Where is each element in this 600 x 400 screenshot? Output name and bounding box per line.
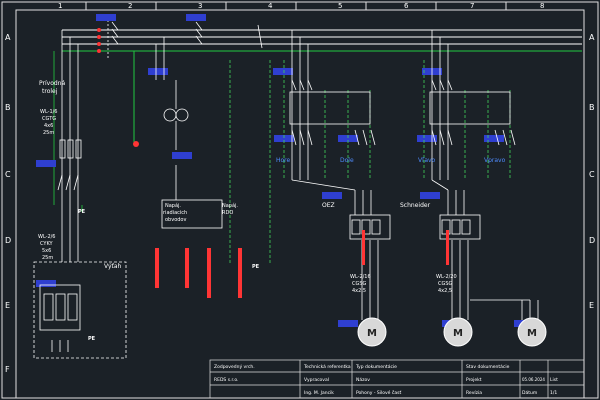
motor-3: M: [517, 317, 547, 347]
col-label-1: 1: [58, 2, 62, 10]
title-sheet-label: List: [550, 377, 558, 383]
title-author-label: Vypracoval: [304, 377, 329, 383]
pe-label-2: PE: [88, 336, 96, 342]
control-supply-label-2: riadiacich: [163, 210, 187, 216]
motor1-cable-code: WL-2/16: [350, 274, 371, 280]
title-name-value: Pohony - Silové časť: [356, 389, 401, 396]
pe-label-3: PE: [252, 264, 260, 270]
title-date-value: 05.06.2024: [522, 377, 545, 382]
device-tags: [36, 14, 534, 327]
svg-text:M: M: [527, 328, 537, 339]
title-author-name: Ing. M. Jancik: [304, 390, 334, 396]
contactor-group-1: [283, 30, 391, 320]
control-supply-label-3: obvodov: [165, 217, 186, 223]
control-transformer: [155, 37, 223, 229]
title-revision-label: Revízia: [466, 389, 482, 396]
row-label-b-right: B: [589, 103, 595, 112]
left-cable2-length: 25m: [42, 255, 53, 261]
column-ruler: 1 2 3 4 5 6 7 8: [16, 2, 584, 11]
rdo-supply-label-2: RDO: [222, 210, 233, 216]
pe-label-1: PE: [78, 209, 86, 215]
motor1-cable-type: CGSG: [352, 281, 367, 287]
row-label-c-right: C: [589, 170, 595, 179]
row-label-b: B: [5, 103, 11, 112]
left-cable2-size: 5x6: [42, 248, 51, 254]
left-cable-code: WL-1/6: [40, 109, 58, 115]
module-name: Výťah: [104, 263, 122, 270]
col-label-8: 8: [540, 2, 544, 10]
row-label-d: D: [5, 236, 11, 245]
col-label-5: 5: [338, 2, 342, 10]
title-sheet-value: 1/1: [550, 390, 557, 396]
motor-2: M: [443, 317, 473, 347]
contactor-label-right: Vpravo: [484, 157, 506, 164]
schematic-drawing: 1 2 3 4 5 6 7 8 A B C D E F A B C D E M …: [1, 1, 599, 399]
supply-label-line2: trolej: [42, 88, 58, 95]
left-cable2-code: WL-2/6: [38, 234, 56, 240]
title-name-label: Názov: [356, 376, 370, 383]
col-label-6: 6: [404, 2, 409, 10]
svg-text:M: M: [367, 328, 377, 339]
row-label-c: C: [5, 170, 11, 179]
col-label-3: 3: [198, 2, 202, 10]
row-label-d-right: D: [589, 236, 595, 245]
main-switch: [107, 20, 263, 60]
title-company: REDS s.r.o.: [214, 377, 238, 383]
motor1-cable-size: 4x2,5: [352, 288, 366, 294]
contactor-label-up: Hore: [276, 157, 291, 164]
title-doc-state: Stav dokumentácie: [466, 363, 510, 370]
title-project-label: Projekt: [466, 377, 482, 383]
breaker-brand-2: Schneider: [400, 202, 431, 209]
contactor-label-down: Dole: [340, 157, 354, 164]
title-date-label: Dátum: [522, 389, 537, 396]
busbars: [62, 29, 582, 45]
title-technical: Technická referentka: [303, 363, 351, 370]
col-label-2: 2: [128, 2, 132, 10]
title-doc-type: Typ dokumentácie: [355, 363, 397, 370]
motor2-cable-size: 4x2,5: [438, 288, 452, 294]
motor2-cable-type: CGSG: [438, 281, 453, 287]
rdo-supply-label-1: Napáj.: [222, 202, 238, 209]
title-responsible: Zodpovedný vrch.: [214, 363, 255, 370]
row-label-a: A: [5, 33, 11, 42]
control-supply-label-1: Napáj.: [165, 202, 181, 209]
svg-text:M: M: [453, 328, 463, 339]
col-label-4: 4: [268, 2, 273, 10]
col-label-7: 7: [470, 2, 474, 10]
row-label-a-right: A: [589, 33, 595, 42]
row-label-f: F: [5, 365, 10, 374]
left-cable2-type: CYKY: [40, 241, 54, 247]
bus-terminals: [97, 28, 101, 53]
supply-label-line1: Prívodná: [39, 80, 65, 87]
incoming-feeder: [53, 30, 82, 205]
breaker-brand-1: OEZ: [322, 202, 335, 209]
row-label-e-right: E: [589, 301, 594, 310]
left-cable-length: 25m: [43, 130, 54, 136]
motor2-cable-code: WL-2/20: [436, 274, 457, 280]
motor-1: M: [357, 317, 387, 347]
left-cable-type: CGTG: [42, 116, 56, 122]
contactor-label-left: Vľavo: [418, 157, 436, 164]
motor-3-feeder: [470, 299, 539, 320]
left-cable-size: 4x6: [44, 123, 53, 129]
row-label-e: E: [5, 301, 10, 310]
